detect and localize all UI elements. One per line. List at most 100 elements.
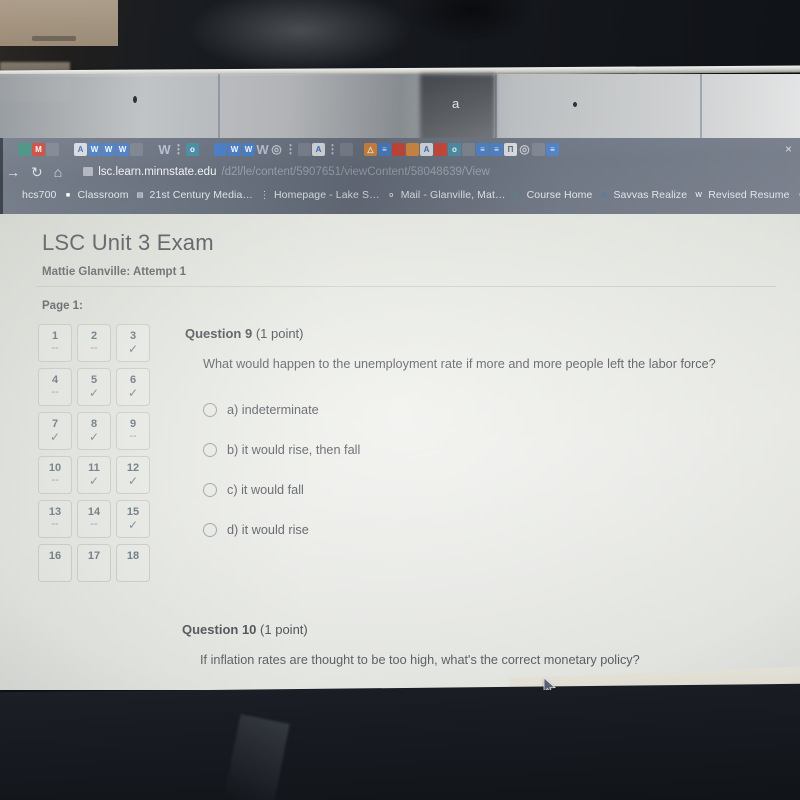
contact-icon[interactable]	[392, 142, 405, 156]
contact-icon[interactable]	[434, 142, 447, 156]
word-letter-icon[interactable]: W	[256, 142, 269, 157]
globe-icon[interactable]	[60, 143, 73, 156]
question-nav-cell[interactable]: 13 --	[38, 500, 72, 538]
answer-option-b[interactable]: b) it would rise, then fall	[203, 442, 725, 457]
drive-icon[interactable]: △	[364, 142, 377, 156]
question-heading: Question 10 (1 point)	[182, 622, 742, 637]
question-nav-status: ✓	[49, 430, 61, 444]
question-nav-cell[interactable]: 15 ✓	[116, 500, 150, 538]
url-field[interactable]: lsc.learn.minnstate.edu /d2l/le/content/…	[83, 166, 490, 178]
question-nav-status: ✓	[127, 474, 139, 488]
home-icon[interactable]: ⌂	[54, 165, 62, 179]
bookmarks-bar[interactable]: hcs700 ■ Classroom ▤ 21st Century Media… ⋮ Hom…	[0, 184, 800, 206]
divider	[36, 286, 776, 287]
notes-icon[interactable]: ≡	[378, 142, 391, 156]
question-nav-status: --	[51, 474, 59, 486]
question-nav-status: --	[129, 430, 137, 442]
contact-icon[interactable]	[298, 142, 311, 156]
radio-button-icon[interactable]	[203, 482, 217, 497]
chart-icon[interactable]	[214, 142, 227, 156]
bookmark-item[interactable]: ▤ 21st Century Media…	[135, 189, 253, 201]
globe-icon[interactable]	[4, 143, 17, 156]
blank-tab-icon[interactable]	[354, 143, 363, 156]
outlook-icon[interactable]: o	[448, 142, 461, 156]
bookmark-item[interactable]: ■ Classroom	[62, 189, 129, 201]
bookmark-item[interactable]: hcs700	[7, 189, 56, 201]
math-icon[interactable]: Π	[504, 142, 517, 156]
savvas-icon[interactable]: A	[74, 142, 87, 156]
question-nav-cell[interactable]: 6 ✓	[116, 368, 150, 406]
bookmark-item[interactable]: A Savvas Realize	[598, 189, 688, 201]
bookmark-item[interactable]: ⋮ Homepage - Lake S…	[259, 189, 380, 201]
question-nav-cell[interactable]: 2 --	[77, 324, 111, 362]
bookmark-item[interactable]: ≡Mattie Glanville - N…	[796, 189, 800, 201]
more-icon[interactable]: ⋮	[172, 142, 185, 156]
question-navigation-grid[interactable]: 1 -- 2 -- 3 ✓ 4 -- 5 ✓ 6 ✓ 7 ✓ 8 ✓ 9 -- 10 -- 11 ✓ 12 ✓ 13 -- 14 --…	[38, 324, 150, 582]
tab-strip[interactable]: M A W W W W ⋮ o W W W ◎ ⋮ A ⋮ △ ≡ Ao ≡ ≡ Π ◎ ≡ ×	[0, 138, 800, 160]
question-nav-status: ✓	[127, 518, 139, 532]
question-block-9: Question 9 (1 point) What would happen t…	[185, 326, 725, 537]
close-tab-icon[interactable]: ×	[785, 142, 796, 156]
question-nav-number: 12	[126, 462, 140, 474]
word-doc-icon[interactable]: W	[102, 142, 115, 156]
question-nav-number: 15	[126, 506, 140, 518]
question-points: (1 point)	[255, 326, 304, 341]
question-nav-cell[interactable]: 11 ✓	[77, 456, 111, 494]
bookmark-item[interactable]: W Revised Resume	[693, 189, 789, 201]
contact-icon[interactable]	[462, 142, 475, 156]
contact-icon[interactable]	[340, 142, 353, 156]
more-icon[interactable]: ⋮	[284, 142, 297, 156]
question-nav-cell[interactable]: 1 --	[38, 324, 72, 362]
notes-icon[interactable]: ≡	[476, 142, 489, 156]
question-nav-cell[interactable]: 8 ✓	[77, 412, 111, 450]
folder-icon[interactable]	[406, 142, 419, 156]
answer-option-label: c) it would fall	[227, 482, 304, 497]
outlook-icon[interactable]: o	[186, 142, 199, 156]
question-nav-cell[interactable]: 17	[77, 544, 111, 582]
question-nav-cell[interactable]: 7 ✓	[38, 412, 72, 450]
chrome-icon[interactable]: ◎	[518, 142, 531, 156]
word-letter-icon[interactable]: W	[158, 142, 171, 157]
room-reflection	[0, 0, 800, 102]
question-nav-cell[interactable]: 9 --	[116, 412, 150, 450]
question-nav-cell[interactable]: 14 --	[77, 500, 111, 538]
contact-icon[interactable]	[46, 142, 59, 156]
notes-icon[interactable]: ≡	[490, 142, 503, 156]
question-nav-cell[interactable]: 3 ✓	[116, 324, 150, 362]
question-nav-cell[interactable]: 4 --	[38, 368, 72, 406]
more-icon[interactable]: ⋮	[326, 142, 339, 156]
notes-icon[interactable]: ≡	[546, 142, 559, 156]
gmail-icon[interactable]: M	[32, 142, 45, 156]
word-doc-icon[interactable]: W	[242, 142, 255, 156]
word-doc-icon[interactable]: W	[228, 142, 241, 156]
answer-option-d[interactable]: d) it would rise	[203, 522, 725, 537]
question-nav-number: 5	[90, 374, 98, 386]
document-icon[interactable]	[18, 142, 31, 156]
word-doc-icon[interactable]: W	[116, 142, 129, 156]
savvas-icon[interactable]: A	[312, 142, 325, 156]
question-nav-cell[interactable]: 12 ✓	[116, 456, 150, 494]
bookmark-item[interactable]: o Mail - Glanville, Mat…	[386, 189, 506, 201]
radio-button-icon[interactable]	[203, 522, 217, 537]
radio-button-icon[interactable]	[203, 402, 217, 417]
savvas-icon[interactable]: A	[420, 142, 433, 156]
globe-icon[interactable]	[144, 143, 157, 156]
answer-option-a[interactable]: a) indeterminate	[203, 402, 725, 417]
bookmark-item[interactable]: P Course Home	[512, 189, 593, 201]
site-info-icon[interactable]	[83, 167, 94, 176]
answer-option-c[interactable]: c) it would fall	[203, 482, 725, 497]
contact-icon[interactable]	[532, 142, 545, 156]
word-doc-icon[interactable]: W	[88, 142, 101, 156]
globe-icon[interactable]	[200, 143, 213, 156]
chrome-icon[interactable]: ◎	[270, 142, 283, 156]
screen-glare: a	[0, 74, 800, 142]
question-nav-cell[interactable]: 18	[116, 544, 150, 582]
reload-icon[interactable]: ↻	[31, 165, 43, 179]
radio-button-icon[interactable]	[203, 442, 217, 457]
contact-icon[interactable]	[130, 142, 143, 156]
question-nav-cell[interactable]: 5 ✓	[77, 368, 111, 406]
question-nav-number: 6	[129, 374, 137, 386]
forward-arrow-icon[interactable]: →	[6, 165, 20, 179]
question-nav-cell[interactable]: 16	[38, 544, 72, 582]
question-nav-cell[interactable]: 10 --	[38, 456, 72, 494]
